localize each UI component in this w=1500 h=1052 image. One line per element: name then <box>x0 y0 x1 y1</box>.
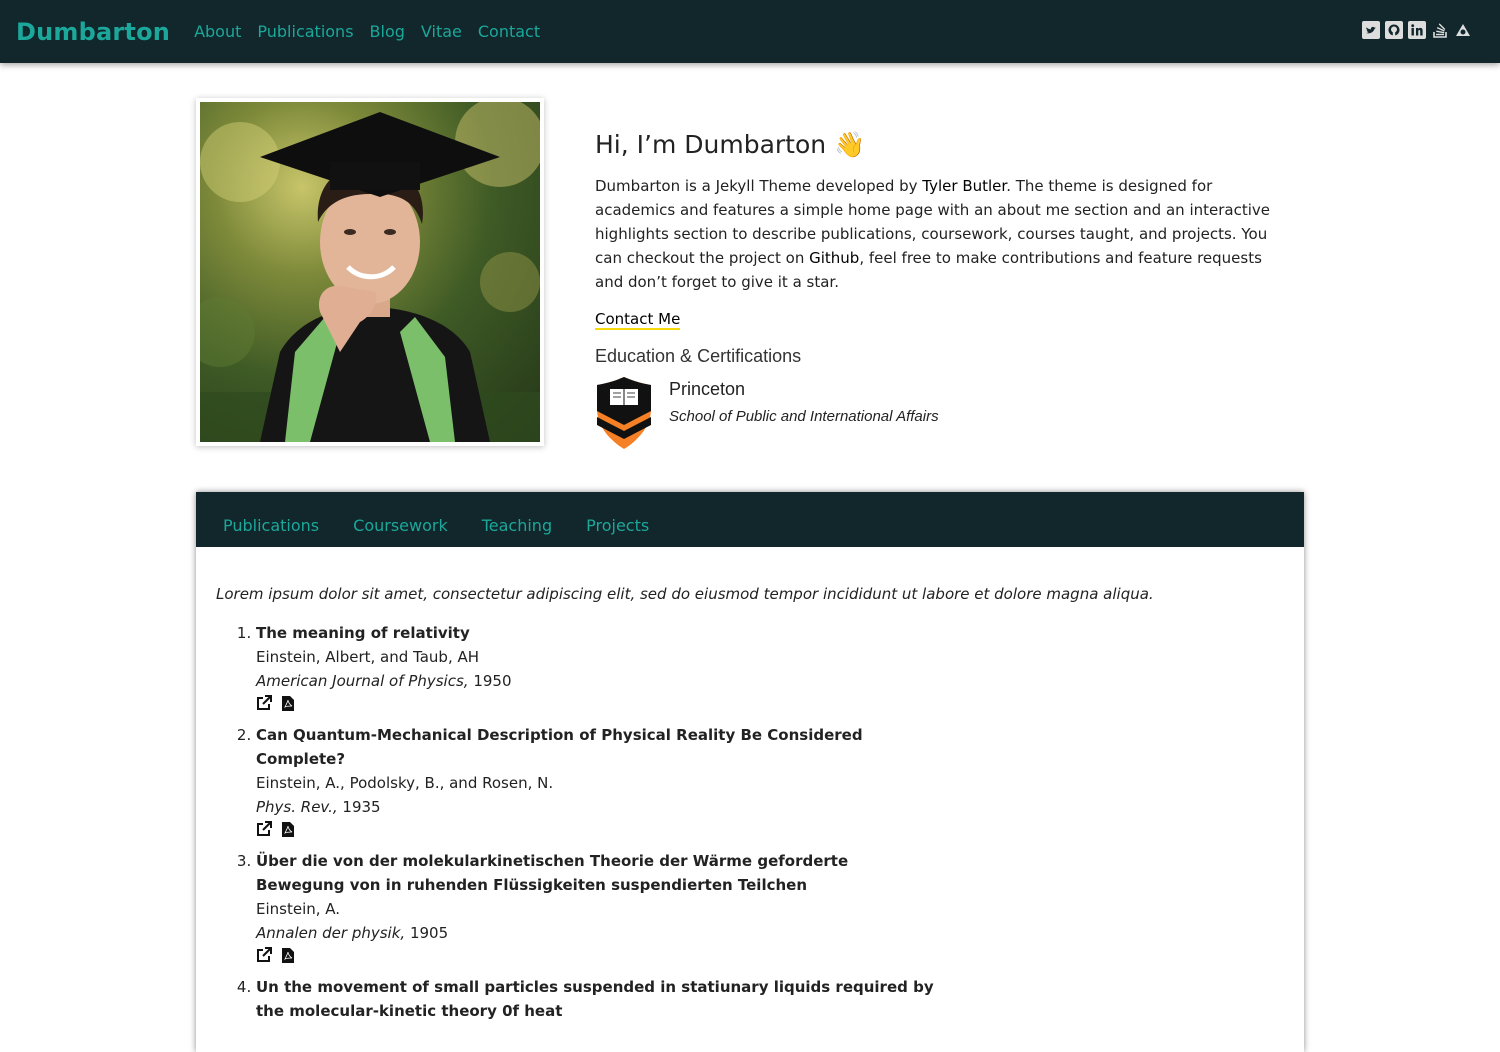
publication-year: 1935 <box>342 798 381 816</box>
publication-title: Un the movement of small particles suspe… <box>256 978 934 1020</box>
stackoverflow-icon[interactable] <box>1431 21 1449 39</box>
education-text: Princeton School of Public and Internati… <box>669 377 939 453</box>
education-name: Princeton <box>669 379 746 399</box>
contact-me-link[interactable]: Contact Me <box>595 310 681 330</box>
tyler-butler-link[interactable]: Tyler Butler <box>922 177 1006 195</box>
external-link-icon[interactable] <box>256 820 272 844</box>
publication-item: The meaning of relativity Einstein, Albe… <box>256 621 1304 715</box>
pdf-icon[interactable] <box>282 946 294 970</box>
publication-year: 1950 <box>473 672 512 690</box>
hero-bio: Dumbarton is a Jekyll Theme developed by… <box>595 174 1285 294</box>
publication-item: Über die von der molekularkinetischen Th… <box>256 849 1304 967</box>
top-navbar: Dumbarton About Publications Blog Vitae … <box>0 0 1500 63</box>
education-school: School of Public and International Affai… <box>669 408 939 425</box>
nav-about[interactable]: About <box>194 22 241 41</box>
publication-item: Un the movement of small particles suspe… <box>256 975 1304 1023</box>
main-nav: About Publications Blog Vitae Contact <box>186 22 548 41</box>
linkedin-icon[interactable] <box>1408 21 1426 39</box>
profile-photo-frame <box>196 98 544 446</box>
tab-teaching[interactable]: Teaching <box>482 516 552 535</box>
twitter-icon[interactable] <box>1362 21 1380 39</box>
publication-authors: Einstein, Albert, and Taub, AH <box>256 648 480 666</box>
publication-journal: Annalen der physik, <box>256 924 406 942</box>
tab-projects[interactable]: Projects <box>586 516 649 535</box>
hero-greeting: Hi, I’m Dumbarton 👋 <box>595 130 866 159</box>
publication-venue: Annalen der physik, 1905 <box>256 921 1304 945</box>
publication-title: Can Quantum-Mechanical Description of Ph… <box>256 726 863 768</box>
publication-links <box>256 820 1304 844</box>
external-link-icon[interactable] <box>256 694 272 718</box>
publication-title: The meaning of relativity <box>256 624 470 642</box>
highlights-tabs: Publications Coursework Teaching Project… <box>196 492 1304 547</box>
princeton-shield-icon <box>595 377 653 453</box>
publication-venue: Phys. Rev., 1935 <box>256 795 1304 819</box>
publication-item: Can Quantum-Mechanical Description of Ph… <box>256 723 1304 841</box>
pdf-icon[interactable] <box>282 694 294 718</box>
nav-blog[interactable]: Blog <box>370 22 405 41</box>
brand-logo[interactable]: Dumbarton <box>16 18 170 46</box>
publication-links <box>256 946 1304 970</box>
publication-venue: American Journal of Physics, 1950 <box>256 669 1304 693</box>
nav-vitae[interactable]: Vitae <box>421 22 462 41</box>
publication-authors: Einstein, A. <box>256 900 341 918</box>
external-link-icon[interactable] <box>256 946 272 970</box>
scholar-icon[interactable] <box>1454 21 1472 39</box>
publication-title: Über die von der molekularkinetischen Th… <box>256 852 849 894</box>
publication-journal: American Journal of Physics, <box>256 672 469 690</box>
highlights-card: Publications Coursework Teaching Project… <box>196 492 1304 1052</box>
github-icon[interactable] <box>1385 21 1403 39</box>
profile-photo <box>200 102 540 442</box>
publication-authors: Einstein, A., Podolsky, B., and Rosen, N… <box>256 774 554 792</box>
social-links <box>1362 21 1472 39</box>
education-item: Princeton School of Public and Internati… <box>595 377 1285 453</box>
pdf-icon[interactable] <box>282 820 294 844</box>
tab-coursework[interactable]: Coursework <box>353 516 448 535</box>
publication-journal: Phys. Rev., <box>256 798 338 816</box>
bio-text-1: Dumbarton is a Jekyll Theme developed by <box>595 177 923 195</box>
publication-year: 1905 <box>409 924 449 942</box>
hero-section: Hi, I’m Dumbarton 👋 Dumbarton is a Jekyl… <box>595 130 1285 453</box>
publication-list: The meaning of relativity Einstein, Albe… <box>196 621 1304 1023</box>
tab-publications[interactable]: Publications <box>223 516 319 535</box>
education-heading: Education & Certifications <box>595 346 802 366</box>
nav-contact[interactable]: Contact <box>478 22 540 41</box>
github-link[interactable]: Github <box>809 249 859 267</box>
nav-publications[interactable]: Publications <box>257 22 353 41</box>
publication-links <box>256 694 1304 718</box>
publications-intro: Lorem ipsum dolor sit amet, consectetur … <box>216 585 1154 603</box>
